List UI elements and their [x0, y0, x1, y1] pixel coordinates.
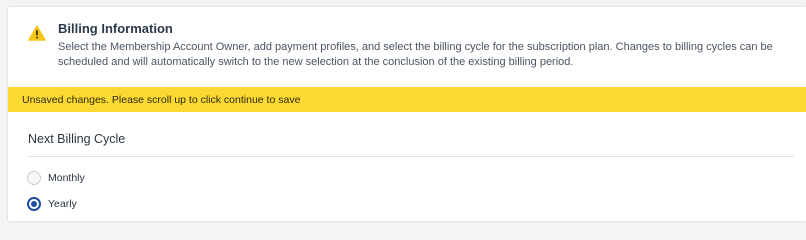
warning-icon: [28, 25, 46, 41]
billing-card: Billing Information Select the Membershi…: [8, 7, 806, 221]
unsaved-changes-banner: Unsaved changes. Please scroll up to cli…: [8, 87, 806, 112]
monthly-radio[interactable]: [27, 171, 41, 185]
billing-info-description: Select the Membership Account Owner, add…: [58, 41, 773, 68]
billing-info-title: Billing Information: [58, 21, 173, 36]
monthly-label: Monthly: [48, 172, 85, 184]
next-billing-cycle-heading: Next Billing Cycle: [28, 132, 126, 146]
yearly-radio[interactable]: [27, 197, 41, 211]
yearly-label: Yearly: [48, 198, 77, 210]
unsaved-changes-text: Unsaved changes. Please scroll up to cli…: [22, 94, 301, 106]
section-divider: [28, 156, 794, 157]
billing-info-section: Billing Information Select the Membershi…: [8, 7, 806, 87]
